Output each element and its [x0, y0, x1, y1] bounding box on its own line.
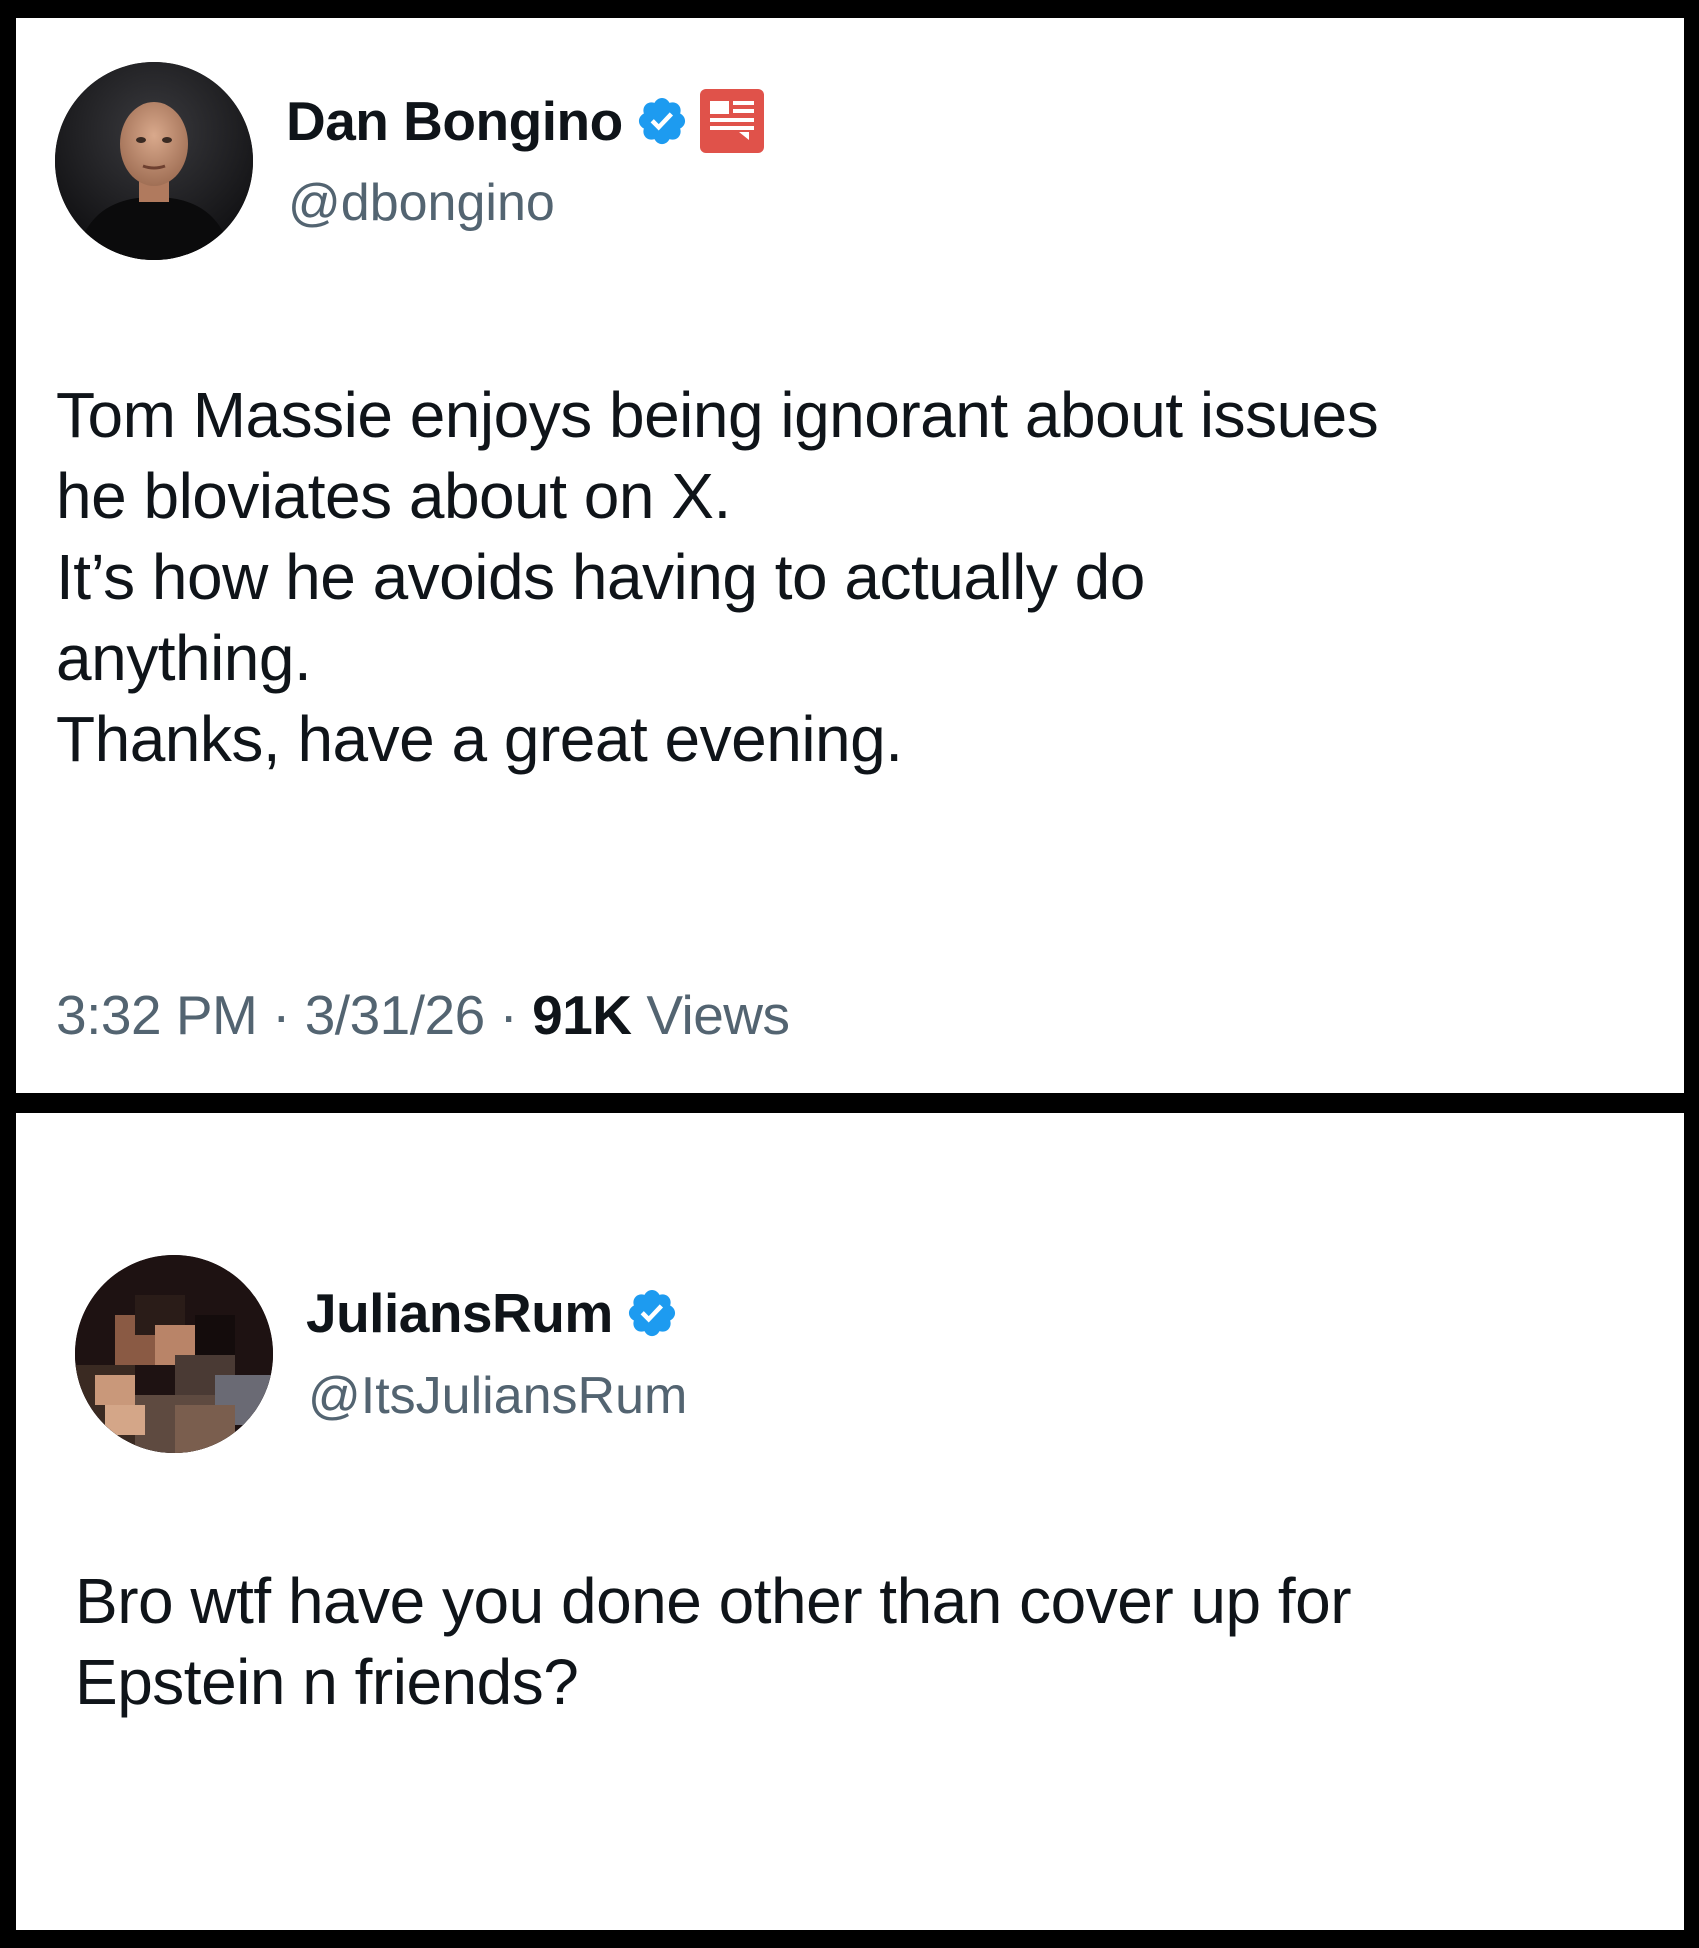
views-count[interactable]: 91K — [532, 984, 632, 1046]
reply-text-line: Bro wtf have you done other than cover u… — [75, 1565, 1352, 1637]
views-label: Views — [646, 984, 790, 1046]
tweet-text-line: Thanks, have a great evening. — [56, 703, 903, 775]
tweet-text-line: It’s how he avoids having to actually do — [56, 541, 1145, 613]
author-handle[interactable]: @dbongino — [288, 173, 555, 233]
tweet-text-line: he bloviates about on X. — [56, 460, 731, 532]
author-name-row: Dan Bongino — [286, 88, 765, 154]
meta-separator: · — [499, 984, 518, 1046]
government-affiliation-icon[interactable] — [699, 88, 765, 154]
reply-text: Bro wtf have you done other than cover u… — [75, 1561, 1352, 1723]
verified-badge-icon[interactable] — [635, 94, 689, 148]
tweet-text: Tom Massie enjoys being ignorant about i… — [56, 375, 1379, 780]
tweet-meta: 3:32 PM · 3/31/26 · 91K Views — [56, 983, 790, 1047]
reply-author-name-row: JuliansRum — [306, 1281, 679, 1345]
dan-bongino-avatar[interactable] — [55, 62, 253, 260]
tweet-time[interactable]: 3:32 PM — [56, 984, 258, 1046]
verified-badge-icon[interactable] — [625, 1286, 679, 1340]
juliansrum-avatar[interactable] — [75, 1255, 273, 1453]
reply-author-display-name[interactable]: JuliansRum — [306, 1281, 613, 1345]
reply-text-line: Epstein n friends? — [75, 1646, 579, 1718]
meta-separator: · — [272, 984, 290, 1046]
tweet-card: Dan Bongino @dbongino Tom Massie enjoys … — [16, 18, 1684, 1093]
reply-card: JuliansRum @ItsJuliansRum Bro wtf have y… — [16, 1113, 1684, 1930]
tweet-text-line: anything. — [56, 622, 312, 694]
reply-author-handle[interactable]: @ItsJuliansRum — [308, 1366, 687, 1426]
tweet-text-line: Tom Massie enjoys being ignorant about i… — [56, 379, 1379, 451]
author-display-name[interactable]: Dan Bongino — [286, 89, 623, 153]
tweet-date[interactable]: 3/31/26 — [305, 984, 486, 1046]
